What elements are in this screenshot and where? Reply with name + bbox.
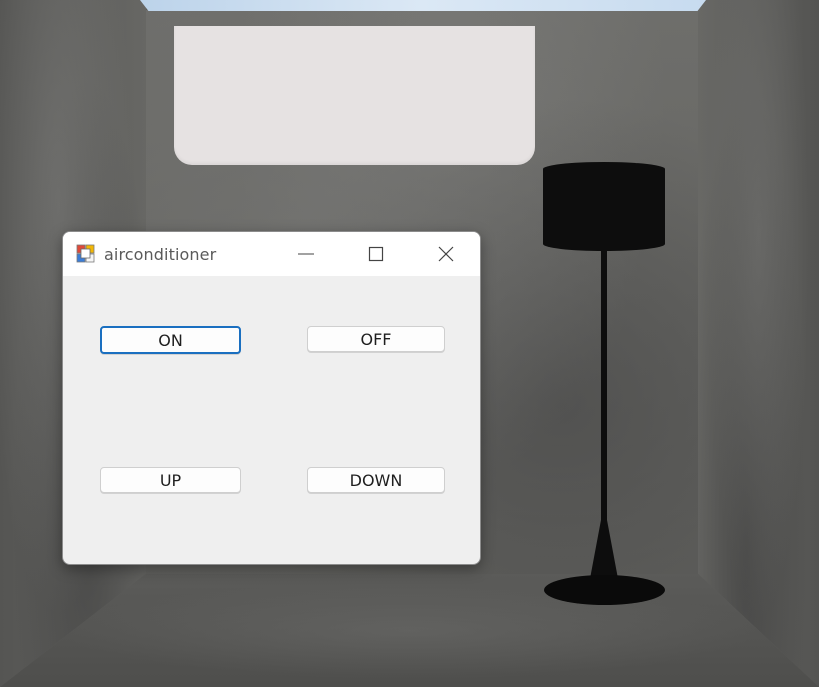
lamp-pole — [601, 249, 607, 549]
right-wall — [698, 0, 819, 687]
close-icon — [438, 246, 454, 262]
minimize-button[interactable] — [283, 232, 329, 276]
off-button[interactable]: OFF — [307, 326, 445, 352]
lamp-base — [544, 575, 665, 605]
window-title: airconditioner — [104, 245, 217, 264]
maximize-icon — [368, 246, 384, 262]
title-bar[interactable]: airconditioner — [63, 232, 480, 276]
skylight — [140, 0, 706, 11]
minimize-icon — [298, 253, 314, 255]
close-button[interactable] — [423, 232, 469, 276]
lamp-shade — [543, 162, 665, 251]
airconditioner-window: airconditioner ON OFF UP DOWN — [62, 231, 481, 565]
app-icon — [76, 244, 96, 264]
on-button[interactable]: ON — [100, 326, 241, 354]
air-conditioner-unit — [174, 26, 535, 165]
down-button[interactable]: DOWN — [307, 467, 445, 493]
maximize-button[interactable] — [353, 232, 399, 276]
up-button[interactable]: UP — [100, 467, 241, 493]
